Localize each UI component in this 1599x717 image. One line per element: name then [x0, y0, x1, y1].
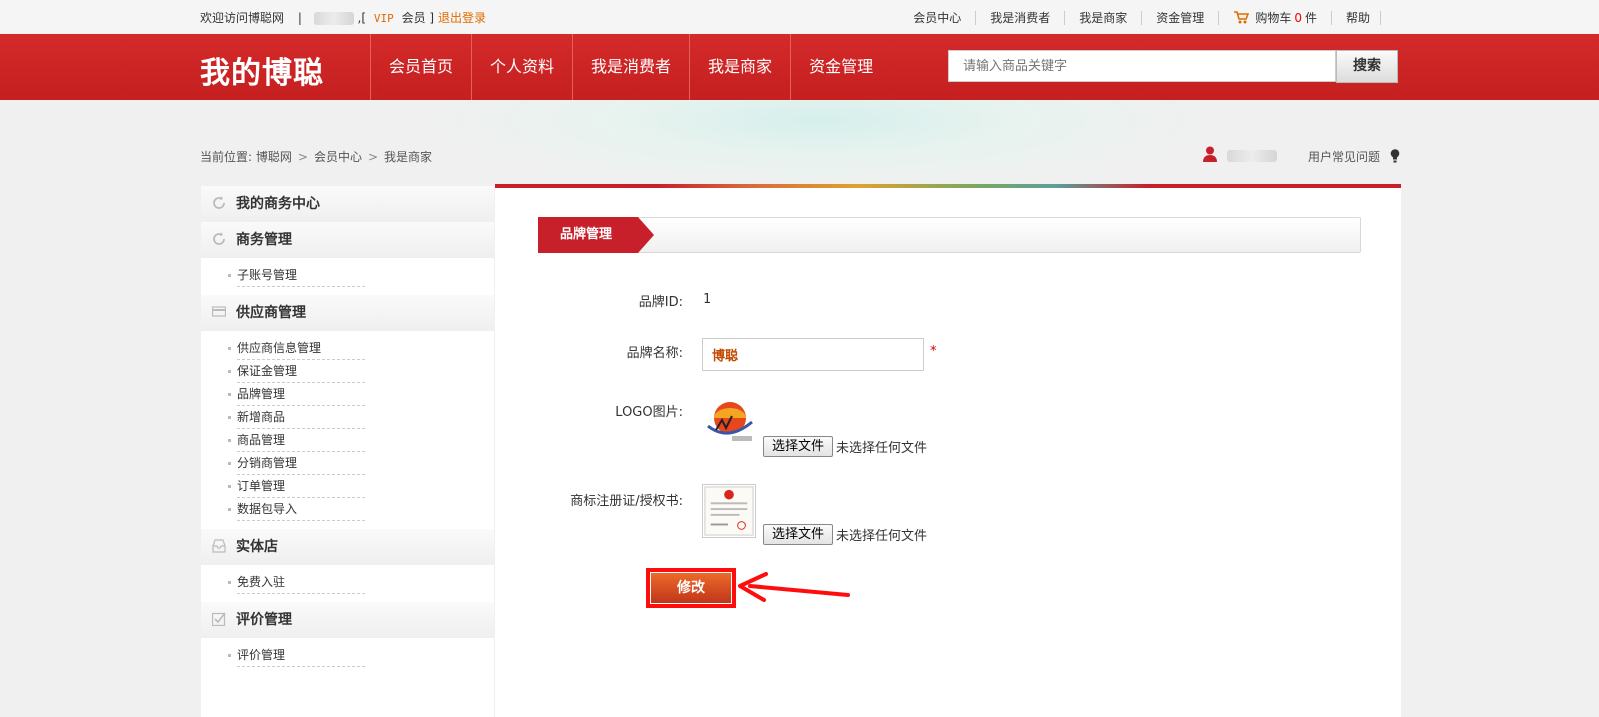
main-nav: 我的博聪 会员首页 个人资料 我是消费者 我是商家 资金管理 搜索: [0, 34, 1599, 100]
sidebar-item-free-join[interactable]: 免费入驻: [228, 571, 365, 594]
sidebar-item-new-product[interactable]: 新增商品: [228, 406, 365, 429]
sidebar-title: 我的商务中心: [201, 186, 494, 222]
logout-link[interactable]: 退出登录: [438, 11, 486, 25]
top-bar-left: 欢迎访问博聪网 | ,[ VIP 会员 ] 退出登录: [200, 9, 486, 26]
top-link-consumer[interactable]: 我是消费者: [976, 11, 1066, 25]
brand-name-input[interactable]: [702, 338, 924, 371]
header-band: [0, 100, 1599, 186]
sidebar-section-supplier[interactable]: 供应商管理: [201, 295, 494, 331]
sidebar-section-store[interactable]: 实体店: [201, 529, 494, 565]
top-link-funds[interactable]: 资金管理: [1142, 11, 1220, 25]
decorative-stripe: [495, 184, 1401, 188]
brand-id-label: 品牌ID:: [638, 295, 683, 310]
breadcrumb-home[interactable]: 博聪网: [256, 150, 292, 164]
sidebar-item-products[interactable]: 商品管理: [228, 429, 365, 452]
nav-item-consumer[interactable]: 我是消费者: [572, 34, 689, 100]
sidebar-item-data-import[interactable]: 数据包导入: [228, 498, 365, 521]
sidebar-item-distributors[interactable]: 分销商管理: [228, 452, 365, 475]
breadcrumb-member-center[interactable]: 会员中心: [314, 150, 362, 164]
sidebar-list-reviews: 评价管理: [201, 638, 494, 675]
search-box: 搜索: [948, 50, 1398, 83]
search-input[interactable]: [948, 50, 1336, 82]
top-link-cart[interactable]: 购物车 0 件: [1219, 11, 1332, 25]
logo-file-button[interactable]: 选择文件: [763, 436, 834, 457]
cart-count: 0: [1294, 11, 1302, 25]
top-separator: |: [297, 11, 302, 25]
checkbox-icon: [212, 612, 226, 626]
nav-item-merchant[interactable]: 我是商家: [689, 34, 790, 100]
nav-item-profile[interactable]: 个人资料: [471, 34, 572, 100]
breadcrumb-separator: >: [367, 150, 379, 164]
breadcrumb-prefix: 当前位置:: [200, 150, 253, 164]
breadcrumb-separator: >: [297, 150, 308, 164]
brand-name-label: 品牌名称:: [626, 346, 683, 361]
nav-item-member-home[interactable]: 会员首页: [370, 34, 471, 100]
inbox-icon: [212, 539, 226, 553]
tab-brand-management[interactable]: 品牌管理: [538, 217, 654, 253]
user-icon: [1203, 146, 1217, 162]
refresh-icon: [213, 232, 225, 245]
refresh-icon: [213, 196, 225, 209]
main-panel: [495, 186, 1401, 717]
top-link-merchant[interactable]: 我是商家: [1065, 11, 1143, 25]
annotation-arrow-icon: [738, 572, 850, 602]
site-logo[interactable]: 我的博聪: [200, 48, 324, 92]
search-button[interactable]: 搜索: [1336, 50, 1398, 83]
required-marker: *: [930, 344, 937, 359]
sidebar-item-sub-accounts[interactable]: 子账号管理: [228, 264, 365, 287]
vip-badge: VIP: [373, 12, 394, 25]
breadcrumb: 当前位置: 博聪网 > 会员中心 > 我是商家: [200, 148, 432, 165]
modify-button[interactable]: 修改: [651, 573, 731, 603]
sidebar-section-reviews[interactable]: 评价管理: [201, 602, 494, 638]
sidebar-section-business[interactable]: 商务管理: [201, 222, 494, 258]
cart-icon: [1234, 11, 1250, 24]
breadcrumb-merchant[interactable]: 我是商家: [384, 150, 432, 164]
nav-menu: 会员首页 个人资料 我是消费者 我是商家 资金管理: [370, 34, 891, 100]
card-icon: [212, 306, 226, 317]
top-bar: 欢迎访问博聪网 | ,[ VIP 会员 ] 退出登录 会员中心 我是消费者 我是商家…: [0, 0, 1599, 34]
bracket-open: ,[: [357, 11, 367, 25]
sidebar-list-business: 子账号管理: [201, 258, 494, 295]
trademark-label: 商标注册证/授权书:: [570, 494, 683, 509]
sidebar-list-supplier: 供应商信息管理 保证金管理 品牌管理 新增商品 商品管理 分销商管理 订单管理 …: [201, 331, 494, 529]
member-level: 会员: [401, 11, 426, 25]
cart-unit: 件: [1304, 11, 1317, 25]
sidebar-list-store: 免费入驻: [201, 565, 494, 602]
sidebar-item-deposit[interactable]: 保证金管理: [228, 360, 365, 383]
sidebar-item-supplier-info[interactable]: 供应商信息管理: [228, 337, 365, 360]
top-link-help[interactable]: 帮助: [1331, 11, 1381, 25]
username-blurred: [1226, 149, 1277, 162]
logo-file-status: 未选择任何文件: [836, 441, 928, 456]
top-bar-links: 会员中心 我是消费者 我是商家 资金管理 购物车 0 件帮助: [899, 9, 1381, 26]
top-link-member-center[interactable]: 会员中心: [899, 11, 977, 25]
cart-label: 购物车: [1255, 11, 1292, 25]
faq-label: 用户常见问题: [1308, 150, 1381, 164]
sidebar: 我的商务中心 商务管理 子账号管理 供应商管理 供应商信息管理 保证金管理 品牌…: [201, 186, 494, 717]
lightbulb-icon: [1390, 149, 1400, 163]
brand-id-value: 1: [703, 292, 711, 307]
nav-item-funds[interactable]: 资金管理: [790, 34, 891, 100]
faq-link[interactable]: 用户常见问题: [1308, 148, 1400, 165]
bracket-close: ]: [429, 11, 435, 25]
logo-label: LOGO图片:: [615, 405, 683, 420]
sidebar-item-reviews[interactable]: 评价管理: [228, 644, 365, 667]
sidebar-item-orders[interactable]: 订单管理: [228, 475, 365, 498]
trademark-certificate-image: [702, 484, 756, 538]
brand-logo-image: [707, 402, 753, 441]
welcome-text: 欢迎访问博聪网: [200, 11, 285, 25]
user-info: [1203, 146, 1277, 162]
trademark-file-button[interactable]: 选择文件: [763, 524, 834, 545]
username-blurred: [313, 12, 354, 25]
sidebar-item-brand[interactable]: 品牌管理: [228, 383, 365, 406]
tab-bar: [538, 217, 1361, 253]
trademark-file-status: 未选择任何文件: [836, 529, 928, 544]
